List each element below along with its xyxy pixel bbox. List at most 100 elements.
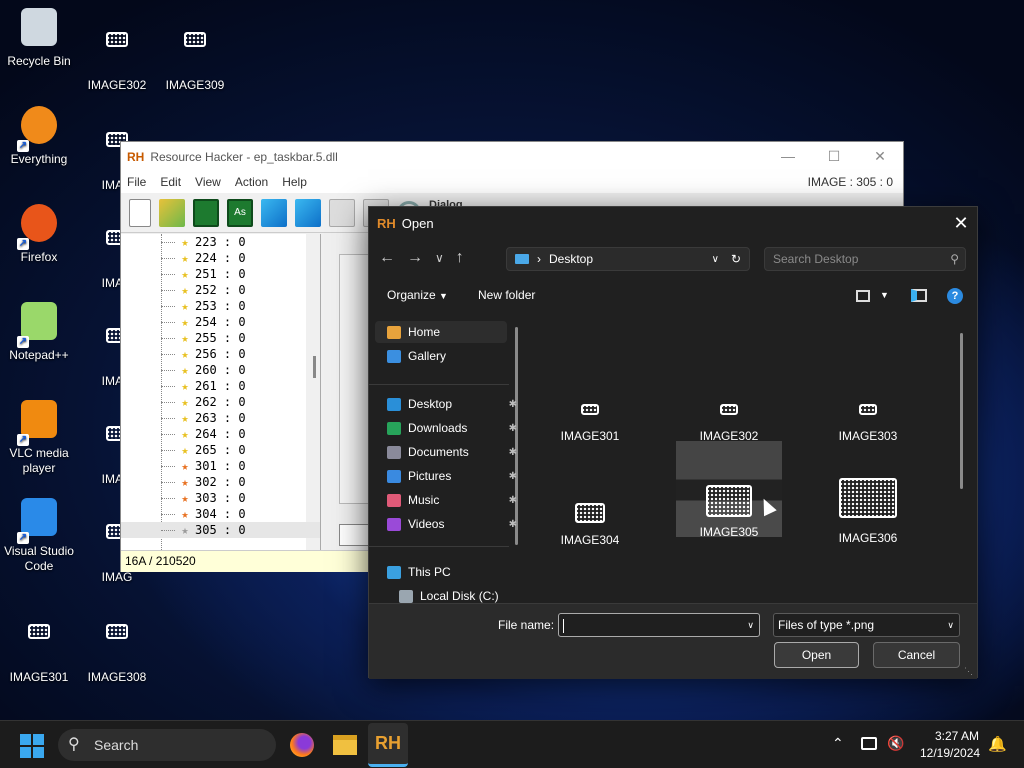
help-icon[interactable]: ? [947,288,963,304]
menu-action[interactable]: Action [235,175,268,189]
tree-item[interactable]: ★ 302 : 0 [121,474,320,490]
close-icon[interactable]: ✕ [945,213,977,234]
organize-button[interactable]: Organize ▼ [387,288,448,302]
file-list-scrollbar[interactable] [960,333,963,489]
search-input[interactable]: Search Desktop ⚲ [764,247,966,271]
desktop-icon-image302[interactable]: IMAGE302 [78,20,156,93]
clock-date[interactable]: 12/19/2024 [920,746,980,760]
desktop-icon-image301[interactable]: IMAGE301 [0,612,78,685]
file-type-select[interactable]: Files of type *.png ∨ [773,613,960,637]
navigation-pane: Home Gallery Desktop ✱ Downloads ✱ Documents ✱ P… [369,313,524,603]
back-icon[interactable]: ← [379,249,395,267]
tree-item[interactable]: ★ 262 : 0 [121,394,320,410]
tree-item[interactable]: ★ 305 : 0 [121,522,320,538]
tree-item[interactable]: ★ 263 : 0 [121,410,320,426]
nav-item-videos[interactable]: Videos ✱ [387,513,517,535]
network-icon[interactable] [861,737,877,750]
view-chevron-icon[interactable]: ▼ [880,290,889,300]
desktop-icon-visual-studio-code[interactable]: ↗ Visual Studio Code [0,498,78,574]
new-folder-button[interactable]: New folder [478,288,535,302]
recent-chevron-icon[interactable]: ∨ [435,251,444,265]
file-item-image305[interactable]: IMAGE305 [676,441,782,539]
rh-titlebar[interactable]: RH Resource Hacker - ep_taskbar.5.dll — … [121,142,903,171]
back-arrow-icon[interactable] [261,198,287,227]
minimize-icon[interactable]: — [765,148,811,165]
file-item-image302[interactable]: IMAGE302 [676,389,782,443]
tree-item[interactable]: ★ 254 : 0 [121,314,320,330]
nav-item-label: Downloads [408,421,468,435]
menu-help[interactable]: Help [282,175,307,189]
music-icon [387,493,401,507]
nav-item-gallery[interactable]: Gallery [387,345,517,367]
file-explorer-taskbar-icon[interactable] [333,735,357,755]
dialog-titlebar[interactable]: RH Open ✕ [369,207,977,239]
new-file-icon[interactable] [129,198,151,227]
tree-item[interactable]: ★ 265 : 0 [121,442,320,458]
address-dropdown-icon[interactable]: ∨ [712,254,719,265]
tree-item[interactable]: ★ 264 : 0 [121,426,320,442]
file-item-image306[interactable]: IMAGE306 [815,465,921,545]
tree-item[interactable]: ★ 301 : 0 [121,458,320,474]
file-item-image301[interactable]: IMAGE301 [537,389,643,443]
desktop-icon-vlc-media-player[interactable]: ↗ VLC media player [0,400,78,476]
desktop-icon-firefox[interactable]: ↗ Firefox [0,204,78,265]
forward-arrow-icon[interactable] [295,198,321,227]
taskbar-search[interactable]: ⚲ Search [58,729,276,761]
desktop-icon-image308[interactable]: IMAGE308 [78,612,156,685]
menu-edit[interactable]: Edit [160,175,181,189]
tree-item[interactable]: ★ 255 : 0 [121,330,320,346]
nav-item-this-pc[interactable]: This PC [387,561,517,583]
file-name-dropdown-icon[interactable]: ∨ [747,614,754,636]
resource-hacker-taskbar-icon[interactable]: RH [368,723,408,767]
close-icon[interactable]: ✕ [857,148,903,165]
tree-item[interactable]: ★ 303 : 0 [121,490,320,506]
resize-grip-icon[interactable]: ⋱ [964,666,973,677]
forward-icon[interactable]: → [407,249,423,267]
view-icon[interactable] [856,290,870,302]
desktop-icon-image309[interactable]: IMAGE309 [156,20,234,93]
refresh-icon[interactable]: ↻ [731,252,741,266]
tree-item[interactable]: ★ 256 : 0 [121,346,320,362]
nav-item-music[interactable]: Music ✱ [387,489,517,511]
file-item-image303[interactable]: IMAGE303 [815,389,921,443]
recycle-bin-icon [15,8,63,52]
save-as-icon[interactable]: As [227,198,253,227]
nav-item-pictures[interactable]: Pictures ✱ [387,465,517,487]
firefox-taskbar-icon[interactable] [290,733,314,757]
tree-item[interactable]: ★ 253 : 0 [121,298,320,314]
up-icon[interactable]: ↑ [456,249,464,267]
maximize-icon[interactable]: ☐ [811,148,857,165]
start-icon[interactable] [20,734,44,758]
nav-item-home[interactable]: Home [375,321,507,343]
pin-icon: ✱ [508,494,517,506]
desktop-icon-label: IMAGE301 [9,670,69,684]
address-bar[interactable]: › Desktop ∨ ↻ [506,247,750,271]
menu-view[interactable]: View [195,175,221,189]
tree-item[interactable]: ★ 224 : 0 [121,250,320,266]
open-file-icon[interactable] [159,198,185,227]
file-name-input[interactable]: ∨ [558,613,760,637]
copy-icon[interactable] [329,198,355,227]
tree-item[interactable]: ★ 304 : 0 [121,506,320,522]
volume-muted-icon[interactable]: 🔇 [887,735,904,752]
tree-item[interactable]: ★ 260 : 0 [121,362,320,378]
nav-item-documents[interactable]: Documents ✱ [387,441,517,463]
show-hidden-icons-icon[interactable]: ⌃ [832,735,844,752]
desktop-icon-everything[interactable]: ↗ Everything [0,106,78,167]
menu-file[interactable]: File [127,175,146,189]
open-button[interactable]: Open [774,642,859,668]
desktop-icon-recycle-bin[interactable]: Recycle Bin [0,8,78,69]
notification-bell-icon[interactable]: 🔔 [988,735,1007,753]
file-item-image304[interactable]: IMAGE304 [537,493,643,547]
save-icon[interactable] [193,198,219,227]
nav-item-desktop[interactable]: Desktop ✱ [387,393,517,415]
preview-pane-icon[interactable] [911,289,927,302]
tree-item[interactable]: ★ 261 : 0 [121,378,320,394]
tree-item[interactable]: ★ 223 : 0 [121,234,320,250]
cancel-button[interactable]: Cancel [873,642,960,668]
desktop-icon-notepad-[interactable]: ↗ Notepad++ [0,302,78,363]
tree-item[interactable]: ★ 252 : 0 [121,282,320,298]
nav-item-downloads[interactable]: Downloads ✱ [387,417,517,439]
tree-item[interactable]: ★ 251 : 0 [121,266,320,282]
clock-time[interactable]: 3:27 AM [935,729,979,743]
